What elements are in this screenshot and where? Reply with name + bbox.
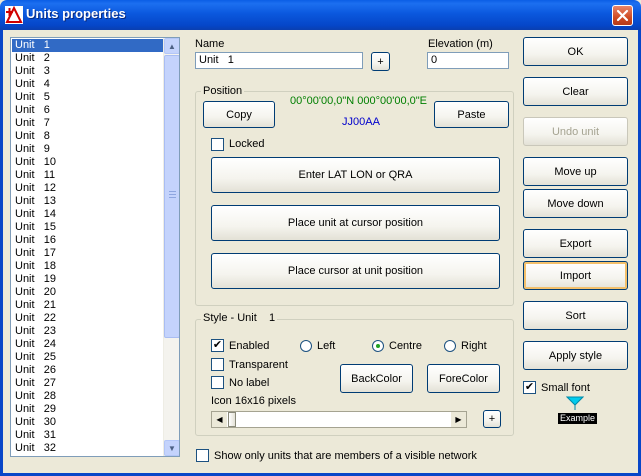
small-font-label: Small font	[541, 382, 590, 394]
list-item[interactable]: Unit 13	[12, 195, 163, 208]
list-item[interactable]: Unit 30	[12, 416, 163, 429]
forecolor-button[interactable]: ForeColor	[427, 364, 500, 393]
move-down-button[interactable]: Move down	[523, 189, 628, 218]
list-item[interactable]: Unit 11	[12, 169, 163, 182]
scroll-right-button[interactable]: ▶	[451, 412, 466, 427]
list-item[interactable]: Unit 9	[12, 143, 163, 156]
name-input[interactable]: Unit 1	[195, 52, 363, 69]
align-left-radio[interactable]	[300, 340, 312, 352]
app-icon	[5, 5, 23, 24]
window-title: Units properties	[26, 6, 126, 21]
list-item[interactable]: Unit 20	[12, 286, 163, 299]
align-right-label: Right	[461, 340, 487, 352]
list-item[interactable]: Unit 6	[12, 104, 163, 117]
list-item[interactable]: Unit 26	[12, 364, 163, 377]
list-item[interactable]: Unit 14	[12, 208, 163, 221]
units-listbox[interactable]: Unit 1 Unit 2 Unit 3 Unit 4 Unit 5 Unit 6 Unit…	[10, 37, 180, 457]
list-item[interactable]: Unit 1	[12, 39, 163, 52]
position-group-title: Position	[201, 85, 245, 97]
units-list-scrollbar[interactable]: ▲ ▼	[163, 38, 179, 456]
chevron-up-icon: ▲	[168, 41, 176, 51]
list-item[interactable]: Unit 29	[12, 403, 163, 416]
list-item[interactable]: Unit 8	[12, 130, 163, 143]
paste-button[interactable]: Paste	[434, 101, 509, 128]
show-only-checkbox[interactable]	[196, 449, 209, 462]
clear-button[interactable]: Clear	[523, 77, 628, 106]
icon-scrollbar[interactable]: ◀ ▶	[211, 411, 467, 428]
export-button[interactable]: Export	[523, 229, 628, 258]
list-item[interactable]: Unit 32	[12, 442, 163, 455]
example-label: Example	[558, 413, 598, 424]
list-item[interactable]: Unit 5	[12, 91, 163, 104]
no-label-label: No label	[229, 377, 270, 389]
list-item[interactable]: Unit 23	[12, 325, 163, 338]
undo-unit-button[interactable]: Undo unit	[523, 117, 628, 146]
qra-display: JJ00AA	[342, 116, 380, 128]
icon-scroll-thumb[interactable]	[228, 412, 236, 427]
icon-size-label: Icon 16x16 pixels	[211, 395, 296, 407]
list-item[interactable]: Unit 16	[12, 234, 163, 247]
list-item[interactable]: Unit 27	[12, 377, 163, 390]
chevron-down-icon: ▼	[168, 443, 176, 453]
scroll-up-button[interactable]: ▲	[164, 38, 179, 54]
chevron-left-icon: ◀	[216, 415, 223, 424]
scroll-down-button[interactable]: ▼	[164, 440, 179, 456]
list-item[interactable]: Unit 28	[12, 390, 163, 403]
name-label: Name	[195, 38, 225, 50]
icon-add-button[interactable]: +	[483, 410, 501, 428]
no-label-checkbox[interactable]	[211, 376, 224, 389]
align-centre-label: Centre	[389, 340, 423, 352]
example-marker-icon	[565, 396, 585, 413]
ok-button[interactable]: OK	[523, 37, 628, 66]
transparent-label: Transparent	[229, 359, 288, 371]
scroll-left-button[interactable]: ◀	[212, 412, 227, 427]
list-item[interactable]: Unit 18	[12, 260, 163, 273]
checkmark-icon: ✔	[212, 339, 223, 351]
list-item[interactable]: Unit 17	[12, 247, 163, 260]
backcolor-button[interactable]: BackColor	[340, 364, 413, 393]
checkmark-icon: ✔	[524, 381, 535, 393]
list-item[interactable]: Unit 31	[12, 429, 163, 442]
list-item[interactable]: Unit 15	[12, 221, 163, 234]
place-unit-button[interactable]: Place unit at cursor position	[211, 205, 500, 241]
chevron-right-icon: ▶	[455, 415, 462, 424]
locked-checkbox[interactable]	[211, 138, 224, 151]
list-item[interactable]: Unit 19	[12, 273, 163, 286]
list-item[interactable]: Unit 22	[12, 312, 163, 325]
coordinates-display: 00°00'00,0"N 000°00'00,0"E	[290, 95, 428, 107]
list-item[interactable]: Unit 7	[12, 117, 163, 130]
show-only-label: Show only units that are members of a vi…	[214, 450, 477, 462]
list-item[interactable]: Unit 25	[12, 351, 163, 364]
place-cursor-button[interactable]: Place cursor at unit position	[211, 253, 500, 289]
small-font-checkbox[interactable]: ✔	[523, 381, 536, 394]
list-item[interactable]: Unit 4	[12, 78, 163, 91]
style-group-title: Style - Unit 1	[201, 312, 278, 324]
sort-button[interactable]: Sort	[523, 301, 628, 330]
apply-style-button[interactable]: Apply style	[523, 341, 628, 370]
scroll-thumb[interactable]	[164, 55, 179, 338]
name-add-button[interactable]: +	[371, 52, 390, 71]
import-button[interactable]: Import	[523, 261, 628, 290]
list-item[interactable]: Unit 21	[12, 299, 163, 312]
list-item[interactable]: Unit 10	[12, 156, 163, 169]
enabled-label: Enabled	[229, 340, 270, 352]
close-icon	[616, 9, 629, 22]
align-left-label: Left	[317, 340, 336, 352]
list-item[interactable]: Unit 3	[12, 65, 163, 78]
locked-label: Locked	[229, 138, 265, 150]
move-up-button[interactable]: Move up	[523, 157, 628, 186]
align-centre-radio[interactable]	[372, 340, 384, 352]
list-item[interactable]: Unit 2	[12, 52, 163, 65]
list-item[interactable]: Unit 24	[12, 338, 163, 351]
elevation-label: Elevation (m)	[428, 38, 493, 50]
copy-button[interactable]: Copy	[203, 101, 275, 128]
close-button[interactable]	[612, 5, 633, 26]
transparent-checkbox[interactable]	[211, 358, 224, 371]
enabled-checkbox[interactable]: ✔	[211, 339, 224, 352]
align-right-radio[interactable]	[444, 340, 456, 352]
list-item[interactable]: Unit 12	[12, 182, 163, 195]
enter-lat-lon-button[interactable]: Enter LAT LON or QRA	[211, 157, 500, 193]
elevation-input[interactable]: 0	[427, 52, 509, 69]
